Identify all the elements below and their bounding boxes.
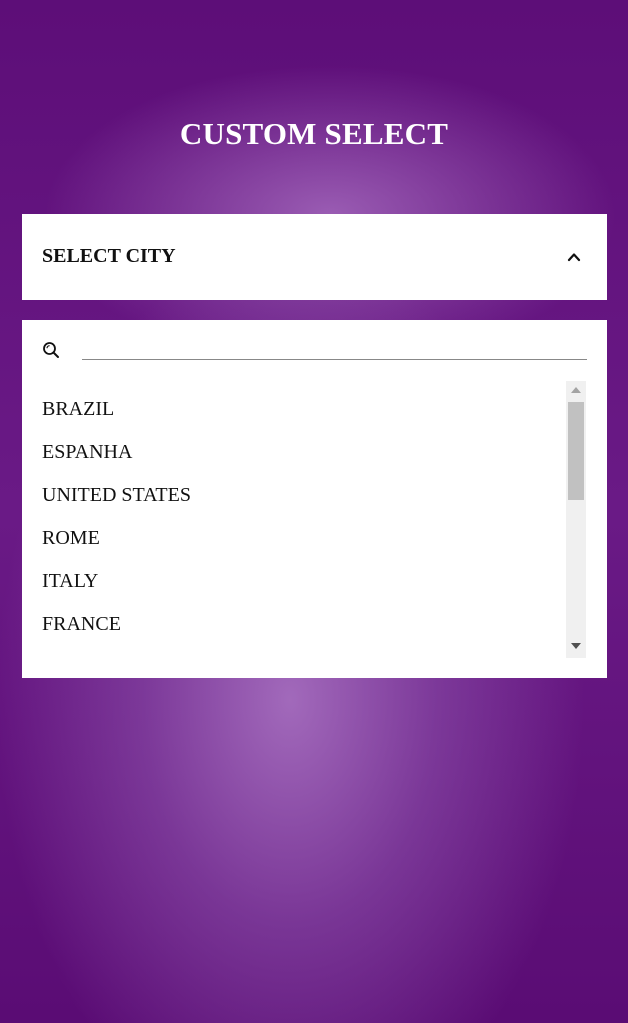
city-select-toggle[interactable]: SELECT CITY	[22, 214, 607, 300]
option-united-states[interactable]: UNITED STATES	[42, 480, 191, 510]
scroll-up-arrow-icon[interactable]	[571, 387, 581, 393]
option-rome[interactable]: ROME	[42, 523, 100, 553]
option-italy[interactable]: ITALY	[42, 566, 98, 596]
dropdown-panel: BRAZIL ESPANHA UNITED STATES ROME ITALY …	[22, 320, 607, 678]
scroll-thumb[interactable]	[568, 402, 584, 500]
option-espanha[interactable]: ESPANHA	[42, 437, 132, 467]
options-scrollbar[interactable]	[566, 381, 586, 658]
option-brazil[interactable]: BRAZIL	[42, 394, 114, 424]
options-list[interactable]: BRAZIL ESPANHA UNITED STATES ROME ITALY …	[22, 381, 566, 658]
page-title: CUSTOM SELECT	[179, 116, 449, 151]
search-input[interactable]	[82, 338, 587, 360]
scroll-down-arrow-icon[interactable]	[571, 643, 581, 649]
search-icon	[43, 342, 59, 358]
option-france[interactable]: FRANCE	[42, 609, 121, 639]
select-label: SELECT CITY	[42, 245, 176, 267]
page: { "page": { "title": "CUSTOM SELECT" }, …	[0, 0, 628, 1023]
chevron-up-icon	[567, 253, 581, 262]
